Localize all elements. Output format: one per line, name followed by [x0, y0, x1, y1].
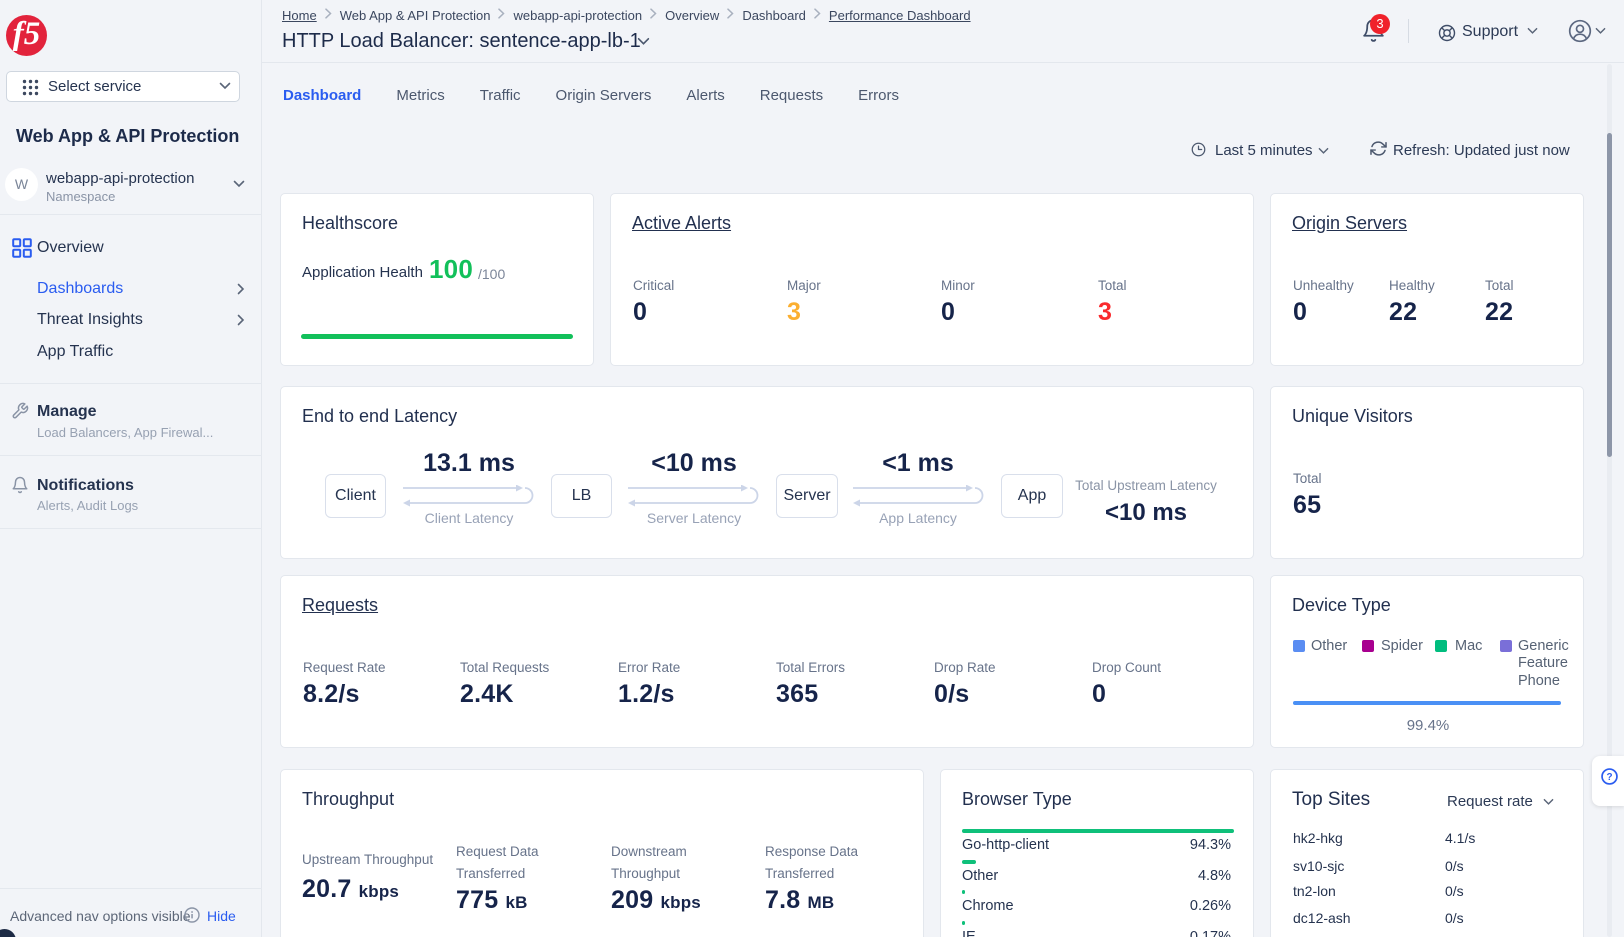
- svg-text:?: ?: [1606, 772, 1612, 783]
